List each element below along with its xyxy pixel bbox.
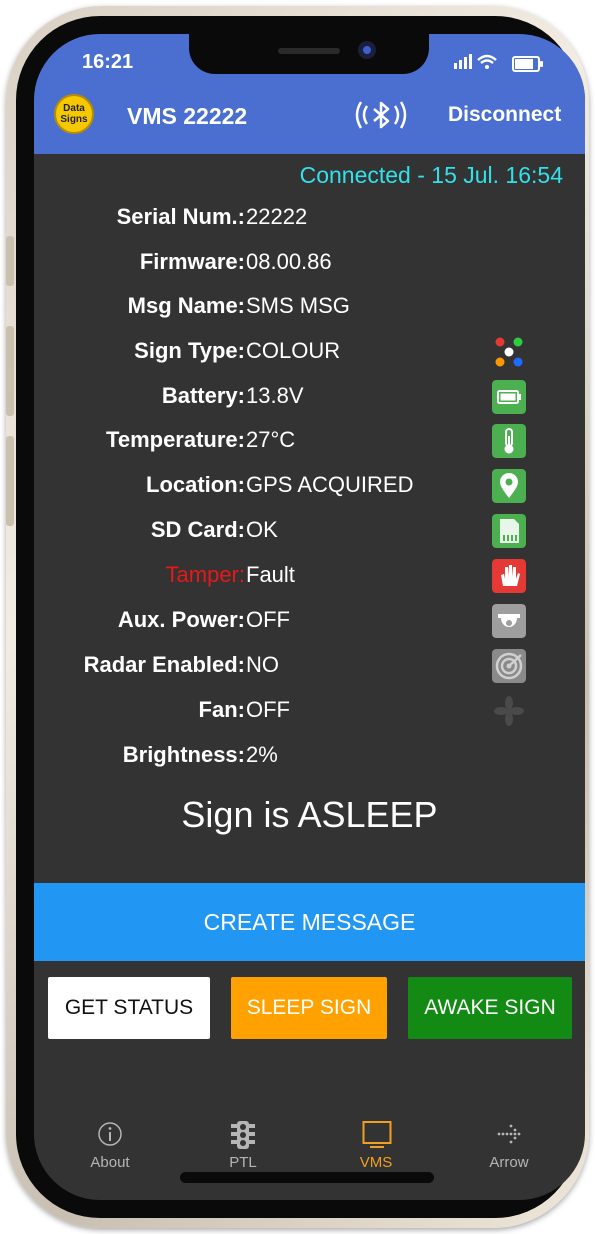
- create-message-button[interactable]: CREATE MESSAGE: [34, 883, 585, 961]
- colour-dots-icon: [495, 337, 523, 367]
- info-row-sd-card: SD Card: OK: [34, 511, 585, 551]
- location-value: GPS ACQUIRED: [246, 472, 414, 497]
- aux-power-label: Aux. Power:: [117, 607, 245, 632]
- bluetooth-icon[interactable]: [352, 98, 410, 132]
- radar-label: Radar Enabled:: [83, 652, 245, 677]
- sign-status-text: Sign is ASLEEP: [181, 794, 438, 835]
- msg-name-value: SMS MSG: [246, 293, 350, 318]
- thermometer-icon: [492, 424, 526, 458]
- info-row-fan: Fan: OFF: [34, 691, 585, 731]
- info-row-aux-power: Aux. Power: OFF: [34, 601, 585, 641]
- data-signs-logo: Data Signs: [54, 94, 94, 134]
- front-camera: [358, 41, 376, 59]
- get-status-button[interactable]: GET STATUS: [48, 977, 210, 1039]
- speaker-grille: [278, 48, 340, 54]
- volume-down-button: [6, 436, 14, 526]
- monitor-icon: [362, 1121, 392, 1148]
- sd-card-label: SD Card:: [150, 517, 245, 542]
- info-row-firmware: Firmware: 08.00.86: [34, 243, 585, 283]
- info-row-brightness: Brightness: 2%: [34, 736, 585, 776]
- device-title: VMS 22222: [127, 103, 248, 129]
- tamper-value: Fault: [246, 562, 295, 587]
- tab-vms[interactable]: VMS: [326, 1116, 426, 1176]
- fan-label: Fan:: [198, 697, 245, 722]
- radar-value: NO: [246, 652, 279, 677]
- msg-name-label: Msg Name:: [127, 293, 245, 318]
- tab-ptl[interactable]: PTL: [193, 1116, 293, 1176]
- info-row-radar: Radar Enabled: NO: [34, 646, 585, 686]
- tab-ptl-label: PTL: [229, 1154, 257, 1171]
- temperature-value: 27°C: [246, 427, 296, 452]
- home-indicator[interactable]: [180, 1172, 434, 1183]
- sign-type-label: Sign Type:: [134, 338, 245, 363]
- tab-about[interactable]: About: [60, 1116, 160, 1176]
- arrow-dots-icon: [497, 1124, 521, 1144]
- mute-switch: [6, 236, 14, 286]
- tab-arrow[interactable]: Arrow: [459, 1116, 559, 1176]
- volume-up-button: [6, 326, 14, 416]
- brightness-value: 2%: [246, 742, 278, 767]
- logo-line1: Data: [63, 103, 85, 114]
- tamper-hand-icon: [492, 559, 526, 593]
- battery-label: Battery:: [161, 383, 245, 408]
- info-row-temperature: Temperature: 27°C: [34, 421, 585, 461]
- battery-icon: [492, 380, 526, 414]
- logo-line2: Signs: [60, 114, 88, 125]
- temperature-label: Temperature:: [106, 427, 245, 452]
- awake-sign-button[interactable]: AWAKE SIGN: [408, 977, 572, 1039]
- battery-status-icon: [512, 56, 543, 72]
- connection-status: Connected - 15 Jul. 16:54: [299, 162, 563, 188]
- sign-type-value: COLOUR: [246, 338, 341, 363]
- info-row-msg-name: Msg Name: SMS MSG: [34, 287, 585, 327]
- app-screen: 16:21 Data Signs VMS 22222 Disconnect Co…: [34, 34, 585, 1200]
- radar-icon: [492, 649, 526, 683]
- info-row-battery: Battery: 13.8V: [34, 377, 585, 417]
- tab-about-label: About: [90, 1154, 130, 1171]
- sleep-sign-button[interactable]: SLEEP SIGN: [231, 977, 387, 1039]
- fan-value: OFF: [246, 697, 290, 722]
- info-row-sign-type: Sign Type: COLOUR: [34, 332, 585, 372]
- battery-value: 13.8V: [246, 383, 304, 408]
- serial-value: 22222: [246, 204, 308, 229]
- sd-card-value: OK: [246, 517, 278, 542]
- traffic-light-icon: [231, 1121, 255, 1149]
- info-row-serial: Serial Num.: 22222: [34, 198, 585, 238]
- camera-dome-icon: [492, 604, 526, 638]
- phone-notch: [189, 34, 429, 74]
- info-icon: [98, 1122, 122, 1146]
- info-row-location: Location: GPS ACQUIRED: [34, 466, 585, 506]
- serial-label: Serial Num.:: [116, 204, 245, 229]
- location-pin-icon: [492, 469, 526, 503]
- tamper-label: Tamper:: [165, 562, 245, 587]
- disconnect-button[interactable]: Disconnect: [448, 103, 561, 127]
- info-row-tamper: Tamper: Fault: [34, 556, 585, 596]
- firmware-label: Firmware:: [139, 249, 245, 274]
- sd-card-icon: [492, 514, 526, 548]
- tab-vms-label: VMS: [359, 1154, 393, 1171]
- brightness-label: Brightness:: [122, 742, 245, 767]
- firmware-value: 08.00.86: [246, 249, 332, 274]
- tab-arrow-label: Arrow: [489, 1154, 529, 1171]
- status-time: 16:21: [82, 51, 134, 73]
- aux-power-value: OFF: [246, 607, 290, 632]
- signal-wifi-icon: [454, 52, 504, 75]
- location-label: Location:: [146, 472, 245, 497]
- fan-icon: [494, 696, 524, 726]
